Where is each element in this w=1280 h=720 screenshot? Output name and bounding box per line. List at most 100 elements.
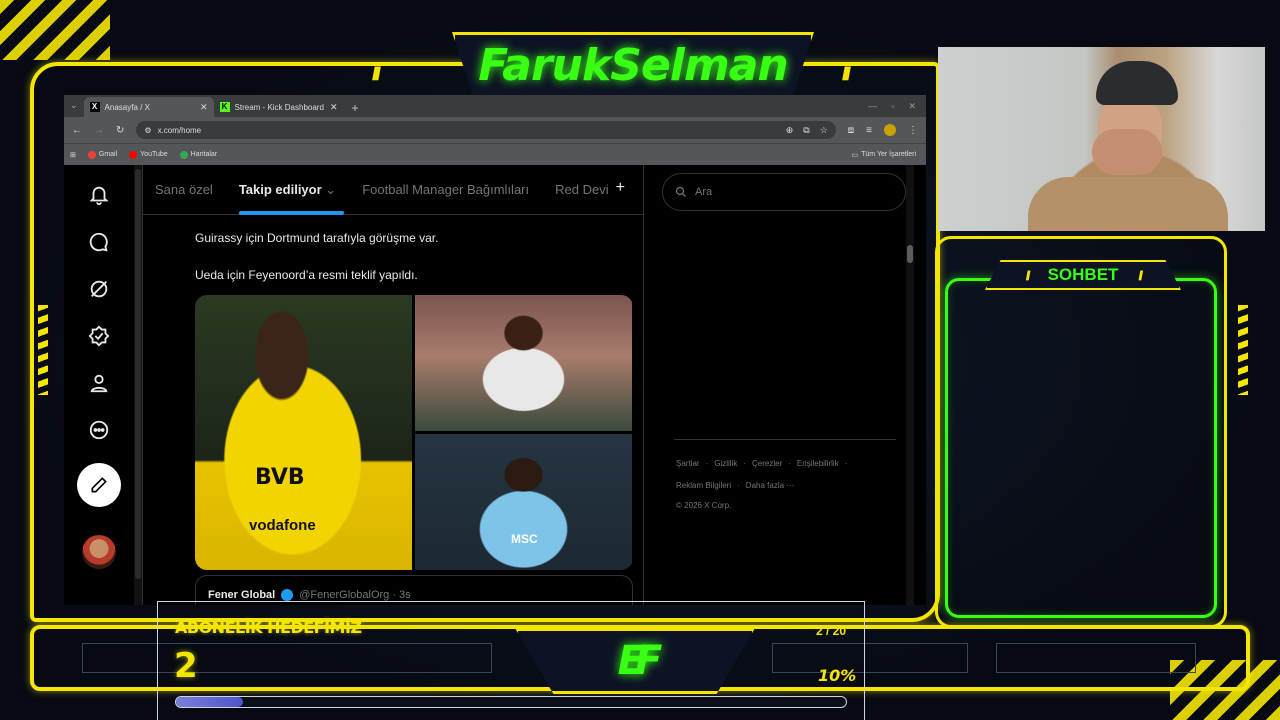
- nav-scrollbar-thumb[interactable]: [135, 169, 141, 579]
- search-icon: [675, 186, 686, 197]
- x-left-nav: [64, 165, 134, 605]
- footer-copyright: © 2026 X Corp.: [676, 501, 732, 510]
- url-text: x.com/home: [157, 125, 202, 135]
- footer-link-ads-info[interactable]: Reklam Bilgileri: [676, 481, 731, 490]
- account-avatar[interactable]: [82, 535, 116, 569]
- compose-post-button[interactable]: [77, 463, 121, 507]
- browser-window: ⌄ X Anasayfa / X ✕ K Stream - Kick Dashb…: [64, 95, 926, 605]
- title-chevrons-right: ///: [842, 64, 851, 84]
- youtube-icon: [129, 150, 138, 159]
- more-icon[interactable]: [85, 416, 113, 443]
- media-photo-guirassy[interactable]: BVB vodafone: [195, 295, 412, 570]
- bookmark-label: Tüm Yer İşaretleri: [861, 151, 916, 158]
- goal-label: ABONELİK HEDEFİMİZ: [175, 618, 362, 637]
- window-close-icon[interactable]: ✕: [908, 101, 916, 112]
- footer-link-terms[interactable]: Şartlar: [676, 459, 700, 468]
- decor-stripes-top-left: [0, 0, 110, 60]
- tab-for-you[interactable]: Sana özel: [155, 182, 213, 197]
- menu-icon[interactable]: ⋮: [908, 125, 918, 136]
- search-placeholder: Ara: [695, 186, 713, 198]
- tab-following-label: Takip ediliyor: [238, 181, 322, 197]
- media-text: MSC: [511, 532, 538, 546]
- chat-chevrons-right: ///: [1138, 267, 1143, 283]
- footer-link-accessibility[interactable]: Erişilebilirlik: [797, 459, 839, 468]
- all-bookmarks-button[interactable]: ▭ Tüm Yer İşaretleri: [852, 151, 920, 159]
- page-scrollbar-track: [906, 165, 914, 605]
- kick-logo-icon: K: [219, 102, 230, 112]
- bookmark-label: YouTube: [140, 151, 168, 158]
- reload-icon[interactable]: ↻: [116, 125, 124, 136]
- zoom-icon[interactable]: ⊕: [786, 125, 794, 136]
- grok-icon[interactable]: [85, 275, 113, 302]
- bookmark-star-icon[interactable]: ☆: [820, 125, 828, 136]
- maximize-icon[interactable]: ▫: [891, 101, 894, 112]
- chat-title: SOHBET: [1047, 265, 1119, 284]
- quote-author-handle: @FenerGlobalOrg · 3s: [299, 589, 411, 601]
- tab-list-football-manager[interactable]: Football Manager Bağımlıları: [362, 182, 529, 197]
- tab-close-icon[interactable]: ✕: [330, 102, 338, 113]
- browser-tab-x-home[interactable]: X Anasayfa / X ✕: [83, 97, 214, 117]
- url-input[interactable]: ⚙ x.com/home ⊕ ⧉ ☆: [136, 121, 836, 139]
- media-photo-lukaku[interactable]: MSC: [415, 434, 632, 570]
- chevron-down-icon: ⌄: [325, 181, 337, 197]
- x-page: Sana özel Takip ediliyor ⌄ Football Mana…: [64, 165, 926, 605]
- bookmark-youtube[interactable]: YouTube: [129, 150, 168, 159]
- timeline-column: Sana özel Takip ediliyor ⌄ Football Mana…: [142, 165, 644, 605]
- tweet-media-grid[interactable]: BVB vodafone MSC: [195, 295, 633, 570]
- minimize-icon[interactable]: —: [868, 101, 877, 112]
- tab-close-icon[interactable]: ✕: [200, 102, 208, 113]
- decor-side-strip-right: [1238, 305, 1248, 395]
- maps-icon: [179, 150, 188, 159]
- right-sidebar: Ara Şartlar · Gizlilik · Çerezler · Erişile…: [654, 165, 916, 605]
- forward-icon[interactable]: →: [94, 125, 104, 136]
- profile-avatar-icon[interactable]: [884, 124, 896, 136]
- media-photo-ueda[interactable]: [415, 295, 632, 431]
- media-icon[interactable]: ≡: [866, 125, 872, 136]
- notifications-icon[interactable]: [85, 181, 113, 208]
- tab-search-icon[interactable]: ⌄: [70, 100, 84, 117]
- search-input[interactable]: Ara: [662, 173, 906, 211]
- site-info-icon[interactable]: ⚙: [144, 126, 151, 135]
- back-icon[interactable]: ←: [72, 125, 82, 136]
- timeline-tabs: Sana özel Takip ediliyor ⌄ Football Mana…: [143, 165, 643, 215]
- chat-panel: [945, 278, 1217, 618]
- browser-tab-kick[interactable]: K Stream - Kick Dashboard ✕: [214, 97, 344, 117]
- apps-grid-icon[interactable]: ⊞: [70, 151, 76, 159]
- profile-icon[interactable]: [85, 369, 113, 396]
- quote-author-name: Fener Global: [208, 589, 276, 601]
- tab-label: Anasayfa / X: [104, 102, 150, 112]
- tweet-line: Ueda için Feyenoord’a resmi teklif yapıl…: [195, 268, 418, 282]
- bookmark-gmail[interactable]: Gmail: [87, 150, 118, 159]
- verified-orgs-icon[interactable]: [85, 322, 113, 349]
- footer-links-row2: Reklam Bilgileri · Daha fazla ···: [676, 481, 795, 490]
- chat-chevrons-left: ///: [1025, 267, 1031, 283]
- sidebar-divider: [674, 439, 896, 440]
- webcam-person-body: [1028, 177, 1228, 231]
- x-logo-icon: X: [89, 102, 100, 112]
- footer-link-privacy[interactable]: Gizlilik: [714, 459, 737, 468]
- new-tab-button[interactable]: +: [344, 101, 367, 115]
- bookmark-label: Gmail: [98, 151, 118, 158]
- tab-following[interactable]: Takip ediliyor ⌄: [238, 181, 345, 215]
- goal-ratio: 2 / 20: [816, 624, 847, 638]
- page-scrollbar-thumb[interactable]: [907, 245, 913, 263]
- messages-icon[interactable]: [85, 228, 113, 255]
- verified-badge-icon: [281, 589, 294, 601]
- add-tab-icon[interactable]: +: [616, 179, 625, 197]
- window-controls: — ▫ ✕: [868, 101, 926, 112]
- footer-link-more[interactable]: Daha fazla ···: [746, 481, 794, 490]
- gmail-icon: [87, 150, 96, 159]
- compose-icon: [91, 477, 107, 493]
- extensions-icon[interactable]: ⧈: [848, 125, 854, 136]
- goal-current-count: 2: [174, 646, 198, 686]
- tab-list-red-devils[interactable]: Red Devi: [555, 182, 608, 197]
- folder-icon: ▭: [851, 151, 859, 159]
- goal-progress-bar: [175, 696, 847, 708]
- install-icon[interactable]: ⧉: [803, 125, 809, 136]
- webcam-headphones: [1096, 61, 1178, 105]
- footer-link-cookies[interactable]: Çerezler: [752, 459, 782, 468]
- footer-links-row1: Şartlar · Gizlilik · Çerezler · Erişilebili…: [676, 459, 848, 468]
- goal-progress-fill: [176, 697, 243, 707]
- browser-tab-bar: ⌄ X Anasayfa / X ✕ K Stream - Kick Dashb…: [64, 95, 926, 117]
- bookmark-maps[interactable]: Haritalar: [179, 150, 217, 159]
